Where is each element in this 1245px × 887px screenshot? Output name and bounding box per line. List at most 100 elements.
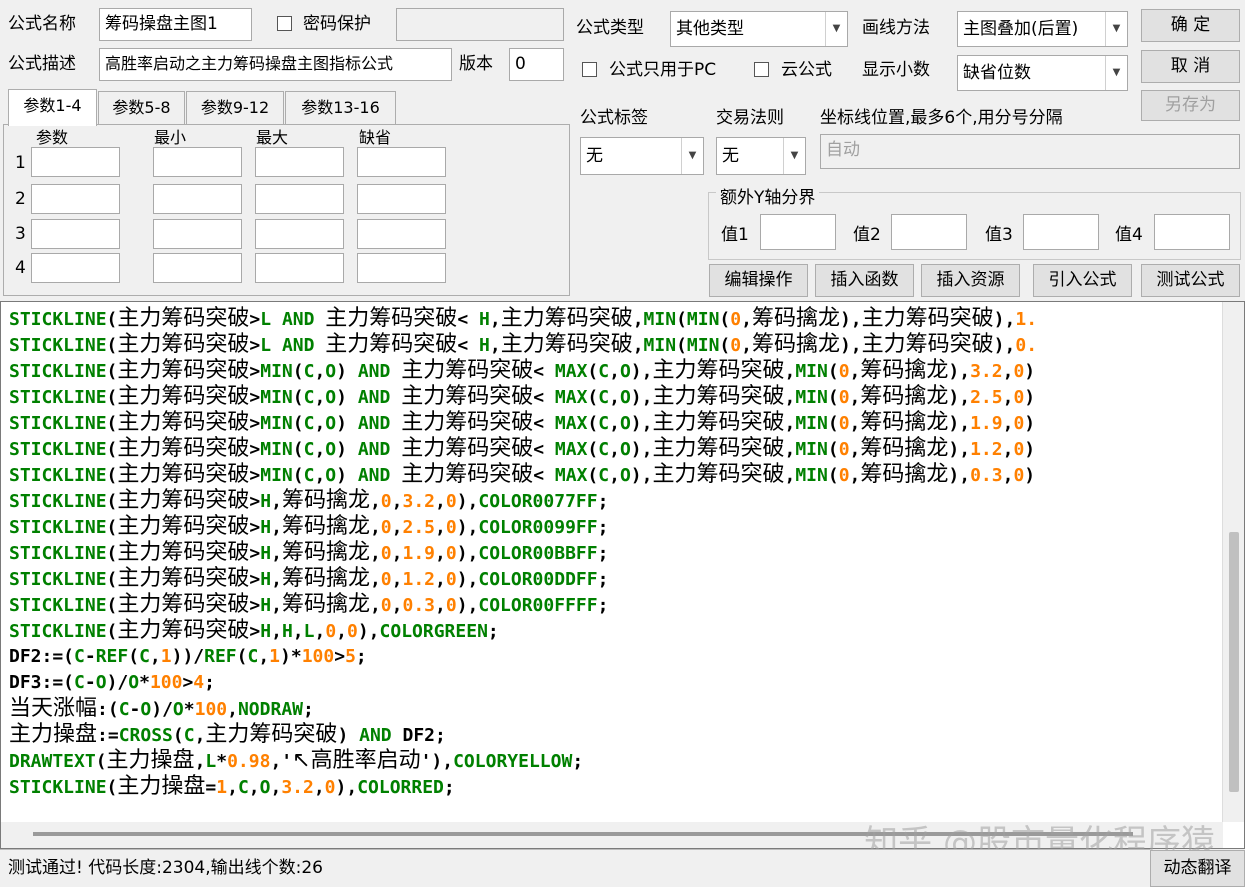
param-default-input[interactable] — [357, 219, 446, 249]
code-token: , — [609, 387, 620, 408]
save-as-button[interactable]: 另存为 — [1141, 90, 1240, 121]
param-default-input[interactable] — [357, 184, 446, 214]
param-min-input[interactable] — [153, 147, 242, 177]
decimal-select[interactable]: 缺省位数 ▼ — [957, 55, 1128, 91]
code-token: MIN — [260, 361, 293, 382]
cloud-checkbox[interactable] — [754, 62, 769, 77]
draw-method-select[interactable]: 主图叠加(后置) ▼ — [957, 11, 1128, 47]
param-min-input[interactable] — [153, 219, 242, 249]
insert-function-button[interactable]: 插入函数 — [815, 264, 914, 297]
code-token: , — [369, 491, 381, 512]
code-token: AND — [359, 725, 392, 746]
y-value4-label: 值4 — [1115, 225, 1143, 245]
code-token: , — [632, 309, 644, 330]
code-token: C — [303, 361, 315, 382]
code-token: , — [609, 361, 620, 382]
test-formula-button[interactable]: 测试公式 — [1141, 264, 1240, 297]
code-token: C — [183, 725, 195, 746]
param-max-input[interactable] — [255, 184, 344, 214]
code-token: , — [391, 517, 403, 538]
code-token: STICKLINE — [9, 335, 107, 356]
tab-params-5-8[interactable]: 参数5-8 — [98, 91, 185, 125]
pc-only-checkbox[interactable] — [582, 62, 597, 77]
param-max-input[interactable] — [255, 219, 344, 249]
code-token: 2.5 — [970, 387, 1003, 408]
version-label: 版本 — [459, 54, 493, 74]
param-name-input[interactable] — [31, 147, 120, 177]
version-input[interactable]: 0 — [509, 48, 564, 81]
tab-params-13-16[interactable]: 参数13-16 — [285, 91, 396, 125]
trade-rule-select[interactable]: 无 ▼ — [716, 137, 806, 175]
dynamic-translate-button[interactable]: 动态翻译 — [1150, 850, 1245, 887]
code-token: 筹码擒龙 — [860, 462, 949, 487]
edit-button[interactable]: 编辑操作 — [709, 264, 808, 297]
password-label: 密码保护 — [303, 14, 371, 34]
code-line: DF2:=(C-REF(C,1))/REF(C,1)*100>5; — [9, 644, 367, 670]
ok-button[interactable]: 确 定 — [1141, 9, 1240, 42]
param-name-input[interactable] — [31, 219, 120, 249]
param-default-input[interactable] — [357, 147, 446, 177]
insert-resource-button[interactable]: 插入资源 — [921, 264, 1020, 297]
code-token: ( — [106, 361, 118, 382]
param-max-input[interactable] — [255, 253, 344, 283]
scroll-thumb[interactable] — [1229, 532, 1239, 792]
code-token: 主力筹码突破 — [117, 410, 250, 435]
code-token: L — [205, 751, 217, 772]
y-value1-input[interactable] — [760, 214, 836, 250]
cancel-button[interactable]: 取 消 — [1141, 50, 1240, 83]
tab-params-9-12[interactable]: 参数9-12 — [186, 91, 284, 125]
y-value4-input[interactable] — [1154, 214, 1230, 250]
tab-params-1-4[interactable]: 参数1-4 — [8, 89, 97, 126]
code-token: > — [249, 309, 261, 330]
code-token: 100 — [194, 699, 228, 720]
code-token: ), — [630, 465, 653, 486]
formula-name-label: 公式名称 — [8, 14, 76, 34]
formula-tag-select[interactable]: 无 ▼ — [580, 137, 704, 175]
password-input — [396, 8, 564, 41]
code-token: 0 — [838, 361, 850, 382]
code-line: STICKLINE(主力筹码突破>H,筹码擒龙,0,1.9,0),COLOR00… — [9, 540, 608, 566]
code-token: , — [849, 361, 861, 382]
code-token: , — [1002, 439, 1014, 460]
param-default-input[interactable] — [357, 253, 446, 283]
code-token: ( — [719, 335, 731, 356]
code-token: O — [619, 361, 631, 382]
formula-type-select[interactable]: 其他类型 ▼ — [670, 11, 848, 47]
code-token: 筹码擒龙 — [860, 436, 949, 461]
code-token: 0 — [1013, 361, 1025, 382]
chevron-down-icon: ▼ — [825, 12, 847, 46]
formula-type-value: 其他类型 — [676, 19, 744, 39]
import-formula-button[interactable]: 引入公式 — [1033, 264, 1132, 297]
code-token: - — [129, 699, 141, 720]
param-max-input[interactable] — [255, 147, 344, 177]
code-token: 主力筹码突破 — [401, 436, 534, 461]
code-token: AND — [281, 335, 315, 356]
y-value3-input[interactable] — [1023, 214, 1099, 250]
code-token: 0 — [445, 543, 457, 564]
code-token: 0 — [838, 465, 850, 486]
code-token: ( — [95, 751, 107, 772]
code-editor[interactable]: STICKLINE(主力操盘=1,C,O,3.2,0),COLORRED; DRA… — [0, 301, 1245, 849]
param-name-input[interactable] — [31, 184, 120, 214]
code-token: ↖高胜率启动 — [292, 748, 421, 773]
code-token: 0 — [730, 309, 742, 330]
code-token: , — [258, 646, 270, 667]
code-token: COLORGREEN — [379, 621, 488, 642]
password-checkbox[interactable] — [277, 16, 292, 31]
code-token: ), — [456, 595, 479, 616]
code-token: ))/ — [171, 646, 205, 667]
formula-name-input[interactable]: 筹码操盘主图1 — [99, 8, 252, 41]
param-min-input[interactable] — [153, 184, 242, 214]
code-token: STICKLINE — [9, 387, 107, 408]
code-token: , — [271, 517, 282, 538]
param-min-input[interactable] — [153, 253, 242, 283]
vertical-scrollbar[interactable] — [1222, 302, 1244, 822]
code-token: ; — [303, 699, 314, 720]
y-value2-input[interactable] — [891, 214, 967, 250]
code-token: O — [619, 439, 631, 460]
param-name-input[interactable] — [31, 253, 120, 283]
formula-desc-input[interactable]: 高胜率启动之主力筹码操盘主图指标公式 — [99, 48, 452, 81]
code-token: MIN — [795, 361, 828, 382]
param-col-header: 参数 — [36, 128, 69, 147]
